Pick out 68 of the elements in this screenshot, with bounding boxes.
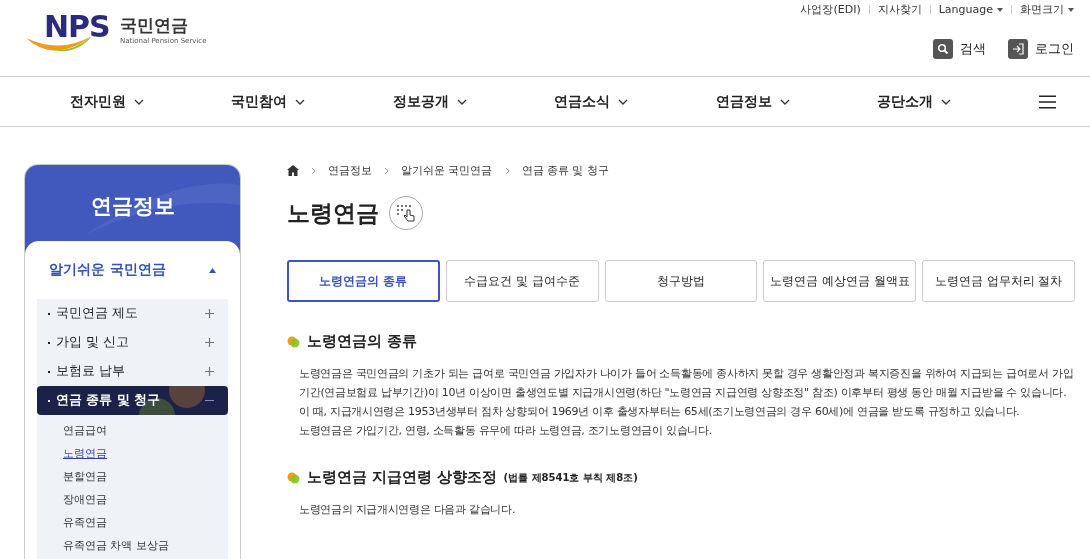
logo-name: 국민연금 bbox=[120, 14, 189, 37]
breadcrumb-link[interactable]: 연금 종류 및 청구 bbox=[521, 163, 609, 178]
sidebar-item[interactable]: 국민연금 제도 bbox=[37, 299, 228, 328]
law-reference: (법률 제8541호 부칙 제8조) bbox=[503, 470, 638, 485]
search-button[interactable]: 검색 bbox=[933, 39, 986, 59]
sidebar-item[interactable]: 연금 종류 및 청구 bbox=[37, 386, 228, 415]
sidebar-subitem[interactable]: 노령연금 bbox=[63, 442, 107, 465]
nav-menu-item[interactable]: 연금정보 bbox=[715, 92, 878, 111]
sidebar-title: 연금정보 bbox=[90, 193, 175, 220]
sidebar-subitem[interactable]: 장애연금 bbox=[63, 488, 107, 511]
utility-dropdown[interactable]: 화면크기 bbox=[1020, 2, 1074, 17]
plus-icon bbox=[205, 367, 214, 376]
braille-pointer-icon bbox=[396, 204, 416, 222]
search-icon bbox=[933, 39, 953, 59]
breadcrumb-link[interactable]: 연금정보 bbox=[328, 163, 372, 178]
caret-up-icon bbox=[209, 267, 216, 273]
content-tab[interactable]: 노령연금의 종류 bbox=[287, 260, 440, 302]
caret-down-icon bbox=[997, 7, 1003, 12]
login-button[interactable]: 로그인 bbox=[1008, 39, 1074, 59]
sidebar-item[interactable]: 보험료 납부 bbox=[37, 357, 228, 386]
nav-menu-item[interactable]: 연금소식 bbox=[554, 92, 716, 111]
body-paragraph: 노령연금은 가입기간, 연령, 소득활동 유무에 따라 노령연금, 조기노령연금이 있습니다. bbox=[298, 423, 713, 439]
sidebar-subitem[interactable]: 분할연금 bbox=[63, 465, 107, 488]
body-paragraph: 노령연금은 국민연금의 기초가 되는 급여로 국민연금 가입자가 나이가 들어 소득활동에 종사하지 못할 경우 생활안정과 복지증진을 위하여 지급되는 급여로서 가입기간(연금보험료 납부기간)이 10년 이상이면 출생연도별 지급개시연령(하단 "노령연금 지급연령 상향조정" 참조) 이후부터 평생 동안 매월 지급받을 수 있습니다. 이 때, 지급개시연령은 1953년생부터 점차 상향되어 1969년 이후 출생자부터는 65세(조기노령연금의 경우 60세)에 연금을 받도록 규정하고 있습니다. bbox=[298, 366, 1075, 420]
sidebar-item-label: 가입 및 신고 bbox=[48, 334, 129, 351]
caret-down-icon bbox=[1068, 7, 1074, 12]
chevron-right-icon bbox=[311, 166, 316, 175]
chevron-down-icon bbox=[779, 98, 790, 105]
home-icon[interactable] bbox=[287, 165, 299, 176]
chevron-down-icon bbox=[134, 98, 144, 105]
chevron-down-icon bbox=[295, 98, 306, 105]
plus-icon bbox=[205, 338, 214, 347]
nav-menu-item[interactable]: 전자민원 bbox=[70, 92, 232, 111]
sidebar-subitem[interactable]: 유족연금 차액 보상금 bbox=[63, 534, 169, 557]
sidebar-item-label: 보험료 납부 bbox=[48, 363, 125, 380]
body-paragraph: 노령연금의 지급개시연령은 다음과 같습니다. bbox=[298, 502, 517, 518]
bullet-icon bbox=[287, 471, 301, 484]
utility-dropdown[interactable]: Language bbox=[938, 3, 1003, 16]
menu-icon[interactable] bbox=[1038, 94, 1057, 109]
chevron-down-icon bbox=[618, 98, 629, 105]
content-tab[interactable]: 수급요건 및 급여수준 bbox=[445, 260, 599, 302]
chevron-down-icon bbox=[456, 98, 467, 105]
bullet-icon bbox=[287, 335, 301, 348]
chevron-down-icon bbox=[941, 98, 952, 105]
nav-menu-item[interactable]: 국민참여 bbox=[231, 92, 393, 111]
content-tab[interactable]: 노령연금 예상연금 월액표 bbox=[763, 260, 917, 302]
breadcrumb-link[interactable]: 알기쉬운 국민연금 bbox=[401, 163, 493, 178]
braille-button[interactable] bbox=[389, 196, 423, 230]
utility-link[interactable]: 사업장(EDI) bbox=[800, 2, 861, 17]
logo-mark[interactable]: NPS bbox=[44, 12, 110, 42]
sidebar-subitem[interactable]: 연금급여 bbox=[63, 419, 107, 442]
chevron-right-icon bbox=[504, 166, 510, 175]
nav-menu-item[interactable]: 공단소개 bbox=[877, 92, 1039, 111]
page-title: 노령연금 bbox=[287, 198, 379, 228]
content-tab[interactable]: 청구방법 bbox=[604, 260, 758, 302]
utility-link[interactable]: 지사찾기 bbox=[877, 2, 922, 17]
section-heading: 노령연금 지급연령 상향조정 bbox=[307, 468, 498, 487]
login-icon bbox=[1008, 39, 1028, 59]
sidebar-section-header[interactable]: 알기쉬운 국민연금 bbox=[37, 241, 228, 299]
sidebar-item-label: 국민연금 제도 bbox=[48, 305, 138, 322]
section-heading: 노령연금의 종류 bbox=[307, 332, 418, 351]
plus-icon bbox=[205, 309, 214, 318]
chevron-right-icon bbox=[384, 166, 389, 175]
sidebar-subitem[interactable]: 유족연금 bbox=[63, 511, 107, 534]
sidebar-item[interactable]: 가입 및 신고 bbox=[37, 328, 228, 357]
content-tab[interactable]: 노령연금 업무처리 절차 bbox=[922, 260, 1075, 302]
nav-menu-item[interactable]: 정보공개 bbox=[392, 92, 555, 111]
sidebar-item-label: 연금 종류 및 청구 bbox=[48, 392, 161, 409]
